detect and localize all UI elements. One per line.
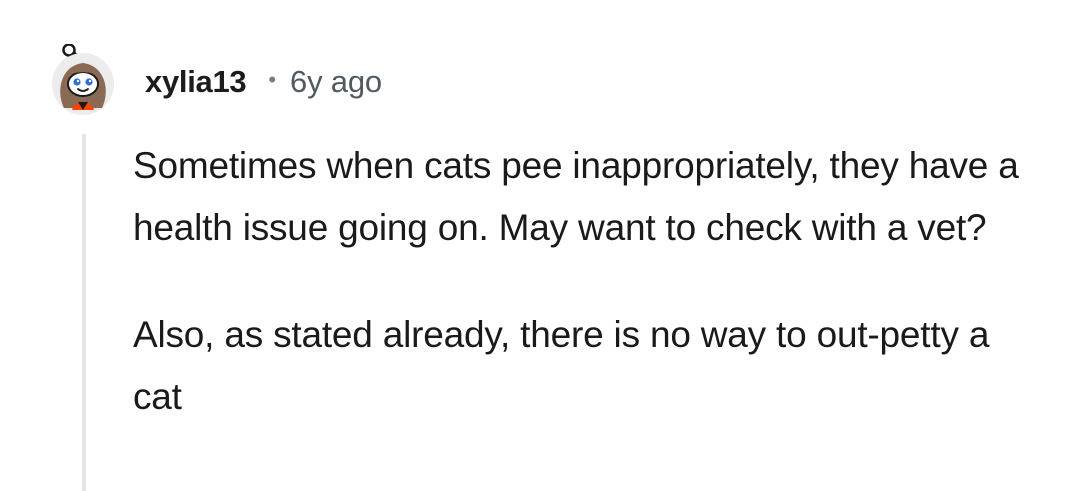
snoo-avatar-icon (52, 43, 114, 115)
comment: xylia13 • 6y ago Sometimes when cats pee… (0, 0, 1080, 491)
username-link[interactable]: xylia13 (145, 64, 247, 100)
comment-paragraph: Sometimes when cats pee inappropriately,… (133, 145, 1019, 248)
timestamp[interactable]: 6y ago (290, 64, 382, 100)
meta-separator: • (268, 67, 277, 92)
comment-paragraph: Also, as stated already, there is no way… (133, 314, 990, 417)
thread-collapse-line[interactable] (82, 134, 86, 491)
avatar[interactable] (50, 43, 116, 116)
comment-header: xylia13 • 6y ago (145, 60, 382, 104)
comment-body: Sometimes when cats pee inappropriately,… (133, 135, 1033, 428)
